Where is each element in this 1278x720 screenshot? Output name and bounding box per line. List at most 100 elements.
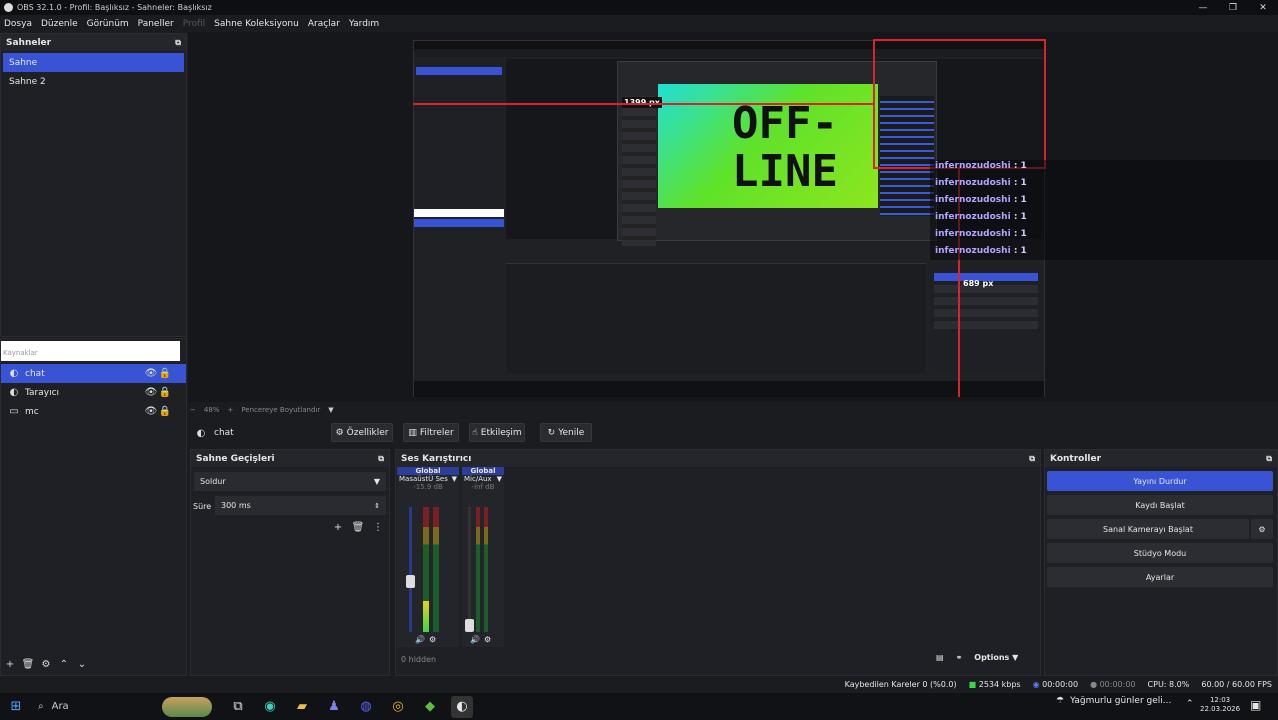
add-icon[interactable]: + [3,657,17,671]
chat-line: infernozudoshi : 1 [935,178,1027,188]
menu-help[interactable]: Yardım [349,19,379,29]
stop-stream-button[interactable]: Yayını Durdur [1047,471,1273,491]
undock-icon[interactable]: ⧉ [175,38,181,48]
move-down-icon[interactable]: ⌄ [75,657,89,671]
start-record-label: Kaydı Başlat [1135,500,1185,510]
duration-spinbox[interactable]: 300 ms ⇕ [215,496,386,515]
gear-icon[interactable]: ⚙ [429,635,436,644]
virtual-camera-button[interactable]: Sanal Kamerayı Başlat [1047,519,1249,539]
source-item[interactable]: ▭ mc 👁🔒 [1,402,186,421]
volume-slider[interactable] [406,507,415,632]
options-button[interactable]: Options ▼ [974,653,1018,662]
edge-icon[interactable]: ◉ [259,696,281,718]
lock-icon[interactable]: 🔒 [158,367,172,381]
fit-to-window[interactable]: Pencereye Boyutlandır [241,406,320,414]
refresh-button[interactable]: ↻ Yenile [540,423,592,442]
lock-icon[interactable]: 🔒 [158,405,172,419]
source-label: mc [25,406,39,417]
task-view-icon[interactable]: ⧉ [227,696,249,718]
filters-button[interactable]: ▥ Filtreler [403,423,459,442]
scene-label: Sahne 2 [9,76,46,87]
more-icon[interactable]: ⋮ [371,520,385,534]
discord-icon[interactable]: ◍ [355,696,377,718]
zoom-out-icon[interactable]: − [190,406,196,414]
menu-edit[interactable]: Düzenle [41,19,78,29]
zoom-bar: − 48% + Pencereye Boyutlandır ▼ [190,403,590,416]
weather-widget[interactable]: ☂ Yağmurlu günler geli... [1056,696,1171,706]
chrome-icon[interactable]: ◎ [387,696,409,718]
move-up-icon[interactable]: ⌃ [57,657,71,671]
properties-button[interactable]: ⚙ Özellikler [331,423,393,442]
settings-button[interactable]: Ayarlar [1047,567,1273,587]
eye-icon[interactable]: 👁 [144,386,158,400]
windows-start-icon[interactable]: ⊞ [5,696,27,718]
layout-icon[interactable]: ▤ [936,653,944,662]
menu-scene-collection[interactable]: Sahne Koleksiyonu [214,19,299,29]
tray-chevron-icon[interactable]: ⌃ [1186,699,1194,709]
title-bar: OBS 32.1.0 - Profil: Başlıksız - Sahnele… [0,0,1278,15]
minecraft-icon[interactable]: ◆ [419,696,441,718]
maximize-icon[interactable]: ❐ [1218,0,1248,15]
speaker-icon[interactable]: 🔊 [415,635,425,644]
menu-profile[interactable]: Profil [183,19,205,29]
scene-item[interactable]: Sahne 2 [3,72,184,91]
captured-source-sel [414,219,504,227]
gear-icon[interactable]: ⚙ [484,635,491,644]
volume-handle[interactable] [406,575,415,588]
transitions-panel: Sahne Geçişleri ⧉ Soldur ▼ Süre 300 ms ⇕ + … [190,449,390,676]
channel-name-row[interactable]: Mic/Aux ▼ [462,475,504,483]
window-title: OBS 32.1.0 - Profil: Başlıksız - Sahnele… [17,3,212,12]
gear-icon[interactable]: ⚙ [39,657,53,671]
spin-arrows-icon[interactable]: ⇕ [374,502,380,510]
virtual-camera-settings-button[interactable]: ⚙ [1251,519,1273,539]
trash-icon[interactable]: 🗑 [21,657,35,671]
menu-file[interactable]: Dosya [4,19,32,29]
channel-db: -15.9 dB [413,483,443,491]
transitions-header: Sahne Geçişleri ⧉ [191,450,389,467]
volume-handle[interactable] [465,619,474,632]
menu-tools[interactable]: Araçlar [308,19,340,29]
studio-mode-button[interactable]: Stüdyo Modu [1047,543,1273,563]
eye-icon[interactable]: 👁 [144,367,158,381]
bitrate-indicator-icon: ■ [968,680,977,689]
chevron-down-icon: ▼ [451,475,457,483]
eye-icon[interactable]: 👁 [144,405,158,419]
file-explorer-icon[interactable]: ▰ [291,696,313,718]
start-record-button[interactable]: Kaydı Başlat [1047,495,1273,515]
obs-icon[interactable]: ◐ [451,695,473,718]
speaker-icon[interactable]: 🔊 [470,635,480,644]
zoom-in-icon[interactable]: + [227,406,233,414]
teams-icon[interactable]: ♟ [323,696,345,718]
volume-slider[interactable] [465,507,474,632]
search-highlight-image[interactable] [162,696,212,717]
notification-icon[interactable]: ▣ [1250,698,1261,712]
taskbar-search[interactable]: ⌕ Ara [32,696,162,718]
chevron-down-icon[interactable]: ▼ [328,406,333,414]
offline-text: OFF- LINE [732,98,838,197]
lock-icon[interactable]: 🔒 [158,386,172,400]
source-item[interactable]: ◐ chat 👁🔒 [1,364,186,383]
menu-view[interactable]: Görünüm [87,19,129,29]
mixer-title: Ses Karıştırıcı [401,453,472,464]
cpu-usage: CPU: 8.0% [1147,680,1190,689]
channel-name-row[interactable]: MasaüstÜ Ses ▼ [397,475,459,483]
clock[interactable]: 12:03 22.03.2026 [1200,696,1240,714]
status-bar: Kaybedilen Kareler 0 (%0.0) ■ 2534 kbps … [0,676,1278,693]
link-icon[interactable]: ⚭ [956,653,963,662]
transition-select[interactable]: Soldur ▼ [194,472,386,491]
undock-icon[interactable]: ⧉ [1029,454,1035,464]
undock-icon[interactable]: ⧉ [1266,454,1272,464]
add-icon[interactable]: + [331,520,345,534]
scene-item[interactable]: Sahne [3,53,184,72]
trash-icon[interactable]: 🗑 [351,520,365,534]
chat-overlay[interactable] [930,160,1278,260]
taskbar: ⊞ ⌕ Ara ⧉ ◉ ▰ ♟ ◍ ◎ ◆ ◐ ☂ Yağmurlu günler … [0,693,1278,720]
menu-docks[interactable]: Paneller [138,19,174,29]
interact-button[interactable]: ☝ Etkileşim [469,423,525,442]
minimize-icon[interactable]: — [1188,0,1218,15]
rec-time: ● 00:00:00 [1090,680,1135,689]
search-label: Ara [51,701,69,712]
undock-icon[interactable]: ⧉ [378,454,384,464]
source-item[interactable]: ◐ Tarayıcı 👁🔒 [1,383,186,402]
close-icon[interactable]: ✕ [1248,0,1278,15]
